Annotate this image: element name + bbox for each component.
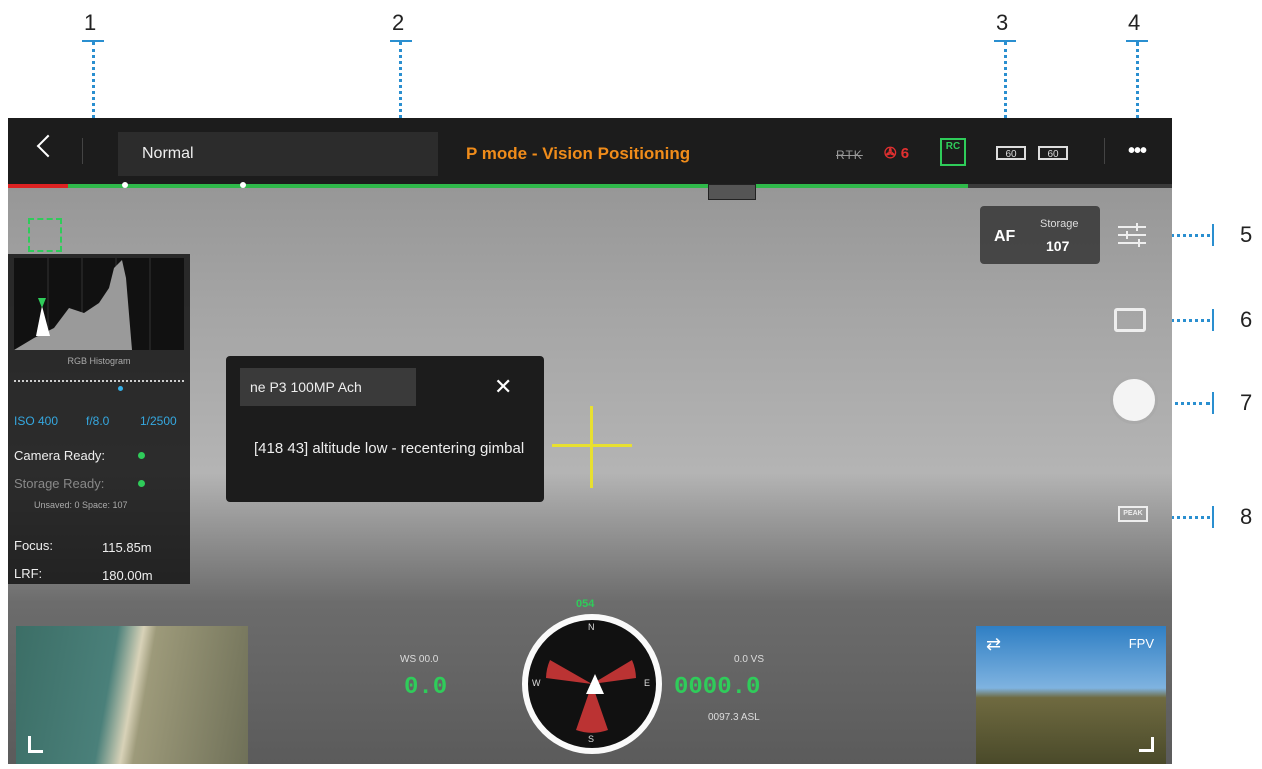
focus-label: Focus: xyxy=(14,538,54,553)
callout-7-cap xyxy=(1212,392,1214,414)
battery-right-icon[interactable]: 60 xyxy=(1038,146,1068,160)
callout-6: 6 xyxy=(1240,307,1253,332)
compass-west: W xyxy=(532,678,541,688)
camera-name-field[interactable]: ne P3 100MP Ach xyxy=(240,368,416,406)
iso-value[interactable]: ISO 400 xyxy=(14,414,58,428)
focus-frame-icon[interactable] xyxy=(28,218,62,252)
peak-focus-icon[interactable]: PEAK xyxy=(1118,506,1148,522)
swap-icon[interactable]: ⇄ xyxy=(986,634,1001,655)
battery-left-icon[interactable]: 60 xyxy=(996,146,1026,160)
heading-value: 054 xyxy=(576,598,595,610)
storage-ready-dot xyxy=(138,480,145,487)
compass-east: E xyxy=(644,678,651,688)
compass-north: N xyxy=(588,622,595,632)
progress-red-segment xyxy=(8,184,68,188)
back-icon[interactable] xyxy=(36,134,60,158)
altitude-readout: 0000.0 xyxy=(674,674,761,701)
satellite-count: 6 xyxy=(900,145,910,162)
ev-scale xyxy=(14,380,184,382)
divider xyxy=(82,138,83,164)
photo-mode-icon[interactable] xyxy=(1114,308,1146,332)
callout-4: 4 xyxy=(1128,10,1141,35)
compass: N E S W xyxy=(522,614,662,754)
callout-1: 1 xyxy=(84,10,97,35)
progress-marker xyxy=(708,184,756,200)
top-bar: Normal P mode - Vision Positioning RTK ✇… xyxy=(8,118,1172,184)
af-label[interactable]: AF xyxy=(994,228,1015,246)
histogram-chart xyxy=(14,258,151,350)
shutter-button[interactable] xyxy=(1110,376,1158,424)
callout-8: 8 xyxy=(1240,504,1253,529)
focus-value: 115.85m xyxy=(102,540,152,555)
flight-mode-label[interactable]: P mode - Vision Positioning xyxy=(466,144,690,164)
shutter-value[interactable]: 1/2500 xyxy=(140,414,177,428)
unsaved-count: Unsaved: 0 Space: 107 xyxy=(34,500,128,510)
waypoint-marker xyxy=(122,182,128,188)
callout-3: 3 xyxy=(996,10,1009,35)
vertical-speed: 0.0 VS xyxy=(734,654,765,665)
callout-6-cap xyxy=(1212,309,1214,331)
callout-7: 7 xyxy=(1240,390,1253,415)
storage-value: 107 xyxy=(1046,238,1070,254)
camera-ready-dot xyxy=(138,452,145,459)
callout-2: 2 xyxy=(392,10,405,35)
message-panel: ne P3 100MP Ach ✕ [418 43] altitude low … xyxy=(226,356,544,502)
map-view[interactable] xyxy=(16,626,248,764)
fpv-label: FPV xyxy=(1128,636,1154,651)
aircraft-icon xyxy=(586,674,604,694)
callout-5-cap xyxy=(1212,224,1214,246)
expand-map-icon[interactable] xyxy=(28,736,43,753)
lrf-label: LRF: xyxy=(14,566,43,581)
callout-8-cap xyxy=(1212,506,1214,528)
mission-progress-bar xyxy=(8,182,1172,188)
divider xyxy=(1104,138,1105,164)
camera-settings-icon[interactable] xyxy=(1118,222,1146,248)
more-icon[interactable]: ••• xyxy=(1128,140,1147,163)
lrf-value: 180.00m xyxy=(102,568,153,583)
histogram-panel: RGB Histogram ISO 400 f/8.0 1/2500 Camer… xyxy=(8,254,190,584)
crosshair-icon xyxy=(590,406,593,488)
wind-speed: WS 00.0 xyxy=(400,654,439,665)
asl-value: 0097.3 ASL xyxy=(708,712,760,723)
compass-south: S xyxy=(588,734,595,744)
mode-selector[interactable]: Normal xyxy=(118,132,438,176)
histogram-label: RGB Histogram xyxy=(67,356,131,366)
crosshair-horizontal xyxy=(552,444,632,447)
camera-ready-label: Camera Ready: xyxy=(14,448,106,463)
close-icon[interactable]: ✕ xyxy=(494,374,512,400)
af-storage-box[interactable]: AF Storage 107 xyxy=(980,206,1100,264)
propeller-icon: ✇ xyxy=(884,145,897,162)
progress-green-segment xyxy=(68,184,968,188)
camera-view[interactable]: Normal P mode - Vision Positioning RTK ✇… xyxy=(8,118,1172,764)
ev-indicator xyxy=(118,386,123,391)
rc-signal-icon[interactable]: RC xyxy=(940,138,966,166)
rtk-icon[interactable]: RTK xyxy=(836,148,863,162)
histogram-graph xyxy=(14,258,184,350)
speed-readout: 0.0 xyxy=(404,674,448,701)
fpv-view[interactable]: ⇄ FPV xyxy=(976,626,1166,764)
callout-5: 5 xyxy=(1240,222,1253,247)
satellite-status[interactable]: ✇ 6 xyxy=(884,144,909,162)
storage-ready-label: Storage Ready: xyxy=(14,476,105,491)
message-text: [418 43] altitude low - recentering gimb… xyxy=(254,440,525,457)
aperture-value[interactable]: f/8.0 xyxy=(86,414,109,428)
storage-label: Storage xyxy=(1040,218,1079,230)
expand-fpv-icon[interactable] xyxy=(1139,737,1154,752)
waypoint-marker xyxy=(240,182,246,188)
